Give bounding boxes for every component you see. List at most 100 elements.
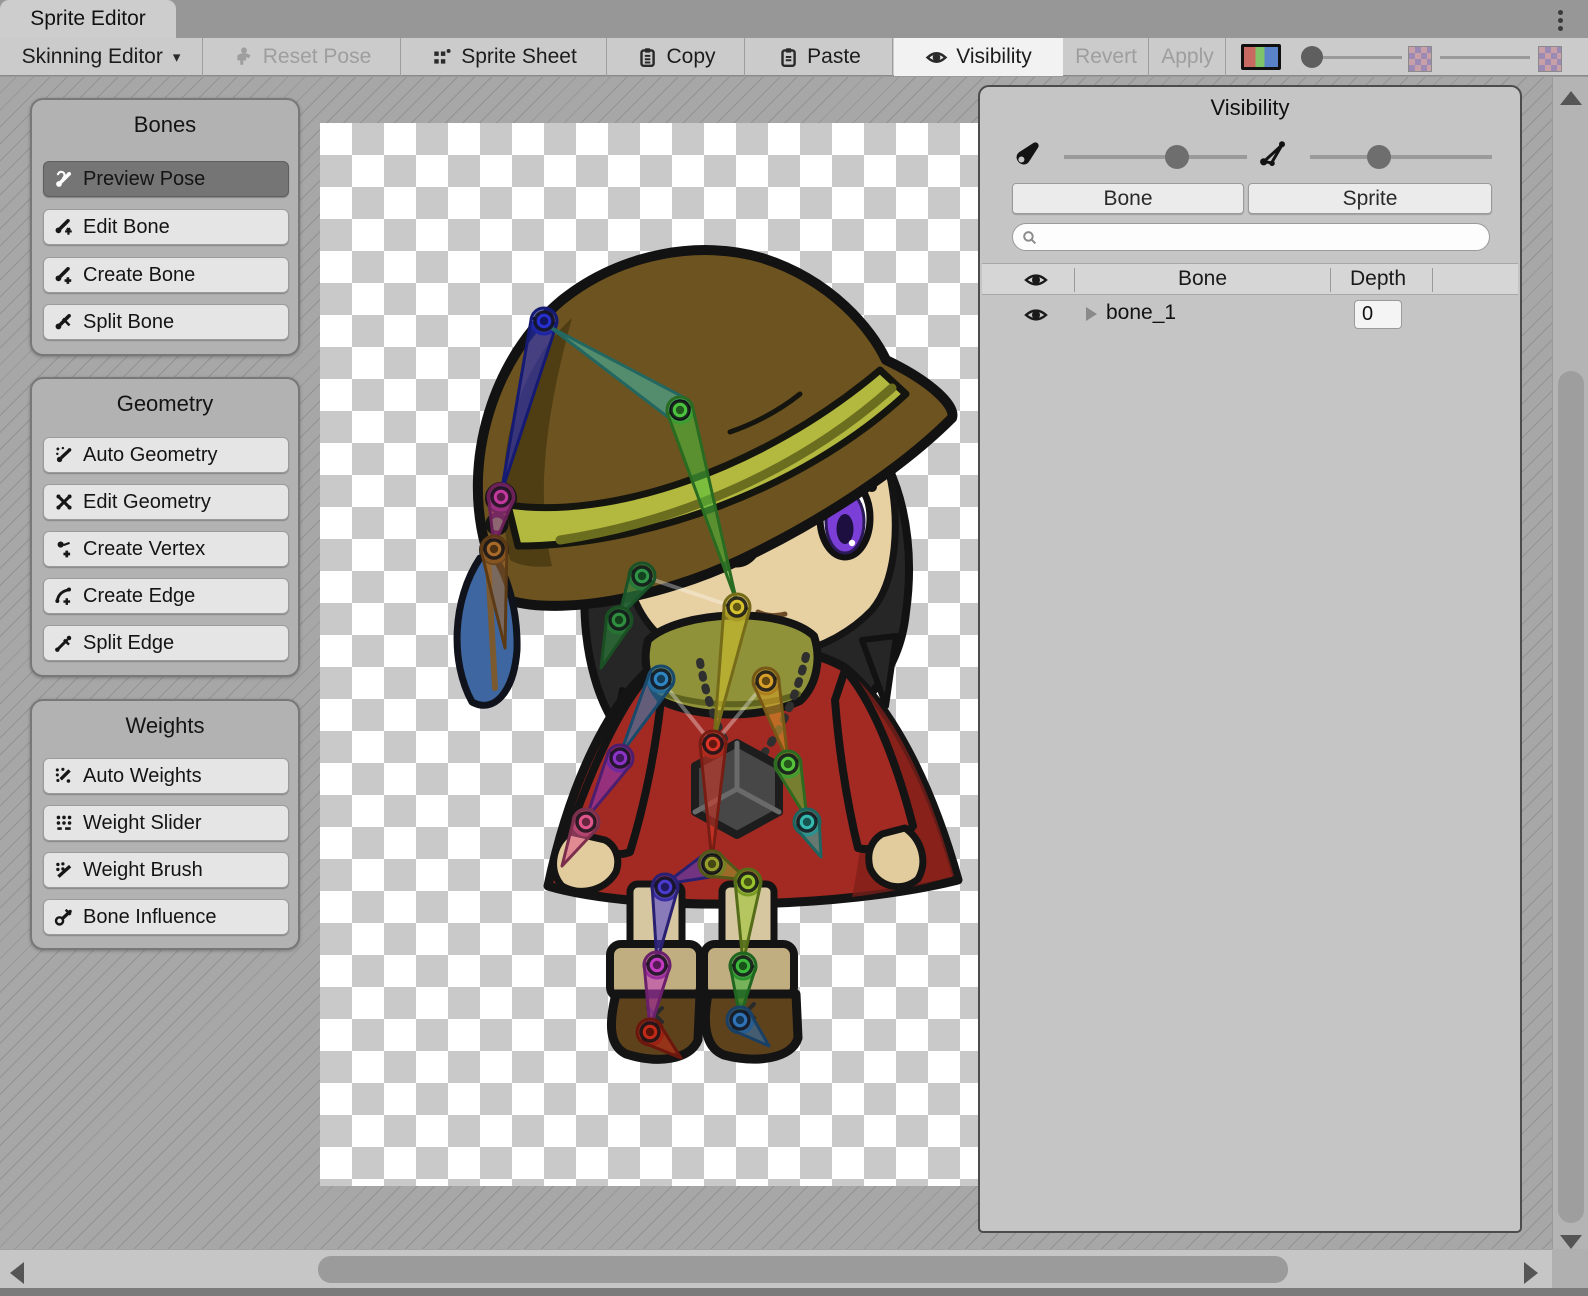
preview-pose-button[interactable]: Preview Pose bbox=[43, 161, 289, 197]
geometry-panel-title: Geometry bbox=[32, 379, 298, 417]
weights-panel-title: Weights bbox=[32, 701, 298, 739]
bone-influence-button[interactable]: Bone Influence bbox=[43, 899, 289, 935]
weight-slider-button[interactable]: Weight Slider bbox=[43, 805, 289, 841]
bone-table-header: Bone Depth bbox=[982, 263, 1518, 295]
auto-weights-icon bbox=[54, 766, 74, 786]
color-ramp-group[interactable] bbox=[1227, 38, 1295, 76]
copy-label: Copy bbox=[666, 45, 715, 69]
visibility-panel-title: Visibility bbox=[980, 87, 1520, 121]
copy-icon bbox=[636, 46, 658, 68]
alpha-slider-track[interactable] bbox=[1440, 56, 1530, 59]
window-bottom-edge bbox=[0, 1288, 1588, 1296]
auto-geometry-button[interactable]: Auto Geometry bbox=[43, 437, 289, 473]
weight-brush-icon bbox=[54, 860, 74, 880]
reset-pose-button[interactable]: Reset Pose bbox=[204, 38, 401, 76]
bone-outline-icon bbox=[1258, 139, 1288, 169]
bone-opacity-track[interactable] bbox=[1064, 155, 1247, 159]
sprite-canvas[interactable] bbox=[320, 123, 978, 1186]
column-bone[interactable]: Bone bbox=[1178, 267, 1227, 291]
search-icon bbox=[1022, 230, 1037, 245]
disclosure-triangle-icon[interactable] bbox=[1086, 307, 1097, 321]
skinning-editor-label: Skinning Editor bbox=[22, 45, 163, 69]
depth-input[interactable]: 0 bbox=[1354, 300, 1402, 329]
bones-panel-title: Bones bbox=[32, 100, 298, 138]
tab-bone[interactable]: Bone bbox=[1012, 183, 1244, 214]
tab-sprite[interactable]: Sprite bbox=[1248, 183, 1492, 214]
paste-icon bbox=[777, 46, 799, 68]
visibility-label: Visibility bbox=[956, 45, 1031, 69]
tab-sprite-label: Sprite bbox=[1343, 187, 1398, 211]
bone-name[interactable]: bone_1 bbox=[1106, 301, 1176, 325]
visibility-eye-icon bbox=[925, 46, 948, 69]
scroll-down-icon[interactable] bbox=[1560, 1235, 1582, 1249]
edit-bone-icon bbox=[54, 217, 74, 237]
search-input[interactable] bbox=[1043, 227, 1473, 248]
visibility-button[interactable]: Visibility bbox=[894, 38, 1063, 76]
sprite-opacity-knob[interactable] bbox=[1367, 145, 1391, 169]
texture-swatch-icon[interactable] bbox=[1408, 46, 1432, 72]
create-bone-icon bbox=[54, 265, 74, 285]
reset-pose-label: Reset Pose bbox=[263, 45, 372, 69]
auto-geometry-icon bbox=[54, 445, 74, 465]
bone-filled-icon bbox=[1012, 139, 1042, 169]
vertical-scrollbar[interactable] bbox=[1552, 77, 1588, 1249]
sprite-sheet-icon bbox=[431, 46, 453, 68]
scrollbar-corner bbox=[1552, 1249, 1588, 1288]
search-box[interactable] bbox=[1012, 223, 1490, 251]
bone-row[interactable]: bone_1 0 bbox=[982, 296, 1518, 334]
edit-bone-button[interactable]: Edit Bone bbox=[43, 209, 289, 245]
zoom-slider-knob[interactable] bbox=[1301, 46, 1323, 68]
create-vertex-icon bbox=[54, 539, 74, 559]
sprite-sheet-button[interactable]: Sprite Sheet bbox=[402, 38, 607, 76]
chevron-down-icon: ▾ bbox=[173, 48, 181, 66]
preview-pose-icon bbox=[54, 169, 74, 189]
edit-geometry-button[interactable]: Edit Geometry bbox=[43, 484, 289, 520]
toolbar: Skinning Editor ▾ Reset Pose Sprite Shee… bbox=[0, 38, 1588, 76]
tab-sprite-editor-label: Sprite Editor bbox=[30, 7, 146, 31]
kebab-menu-icon[interactable] bbox=[1548, 6, 1572, 34]
bone-overlay[interactable] bbox=[320, 123, 978, 1186]
bones-panel: Bones Preview Pose Edit Bone Create Bone… bbox=[30, 98, 300, 356]
scroll-up-icon[interactable] bbox=[1560, 91, 1582, 105]
texture-swatch2-icon[interactable] bbox=[1538, 46, 1562, 72]
create-edge-button[interactable]: Create Edge bbox=[43, 578, 289, 614]
horizontal-scroll-thumb[interactable] bbox=[318, 1256, 1288, 1283]
tab-bone-label: Bone bbox=[1103, 187, 1152, 211]
create-bone-button[interactable]: Create Bone bbox=[43, 257, 289, 293]
edit-geometry-icon bbox=[54, 492, 74, 512]
apply-label: Apply bbox=[1161, 45, 1214, 69]
row-eye-icon[interactable] bbox=[1024, 305, 1048, 325]
reset-pose-icon bbox=[233, 46, 255, 68]
weight-brush-button[interactable]: Weight Brush bbox=[43, 852, 289, 888]
weights-panel: Weights Auto Weights Weight Slider Weigh… bbox=[30, 699, 300, 950]
scroll-left-icon[interactable] bbox=[10, 1262, 24, 1284]
color-ramp-swatch[interactable] bbox=[1241, 44, 1281, 70]
create-edge-icon bbox=[54, 586, 74, 606]
split-edge-button[interactable]: Split Edge bbox=[43, 625, 289, 661]
paste-button[interactable]: Paste bbox=[746, 38, 893, 76]
vertical-scroll-thumb[interactable] bbox=[1558, 371, 1584, 1223]
sprite-opacity-track[interactable] bbox=[1310, 155, 1492, 159]
bone-opacity-knob[interactable] bbox=[1165, 145, 1189, 169]
horizontal-scrollbar[interactable] bbox=[0, 1249, 1552, 1288]
sprite-editor-window: Sprite Editor Skinning Editor ▾ Reset Po… bbox=[0, 0, 1588, 1296]
apply-button[interactable]: Apply bbox=[1150, 38, 1226, 76]
copy-button[interactable]: Copy bbox=[608, 38, 745, 76]
auto-weights-button[interactable]: Auto Weights bbox=[43, 758, 289, 794]
revert-button[interactable]: Revert bbox=[1064, 38, 1149, 76]
scroll-right-icon[interactable] bbox=[1524, 1262, 1538, 1284]
revert-label: Revert bbox=[1075, 45, 1137, 69]
create-vertex-button[interactable]: Create Vertex bbox=[43, 531, 289, 567]
geometry-panel: Geometry Auto Geometry Edit Geometry Cre… bbox=[30, 377, 300, 677]
skinning-editor-dropdown[interactable]: Skinning Editor ▾ bbox=[0, 38, 203, 76]
visibility-panel: Visibility Bone Sprite bbox=[978, 85, 1522, 1233]
split-bone-icon bbox=[54, 312, 74, 332]
column-depth[interactable]: Depth bbox=[1350, 267, 1406, 291]
weight-slider-icon bbox=[54, 813, 74, 833]
tab-sprite-editor[interactable]: Sprite Editor bbox=[0, 0, 176, 38]
sprite-sheet-label: Sprite Sheet bbox=[461, 45, 577, 69]
header-eye-icon[interactable] bbox=[1024, 270, 1048, 290]
split-bone-button[interactable]: Split Bone bbox=[43, 304, 289, 340]
bone-influence-icon bbox=[54, 907, 74, 927]
tab-strip: Sprite Editor bbox=[0, 0, 1588, 38]
